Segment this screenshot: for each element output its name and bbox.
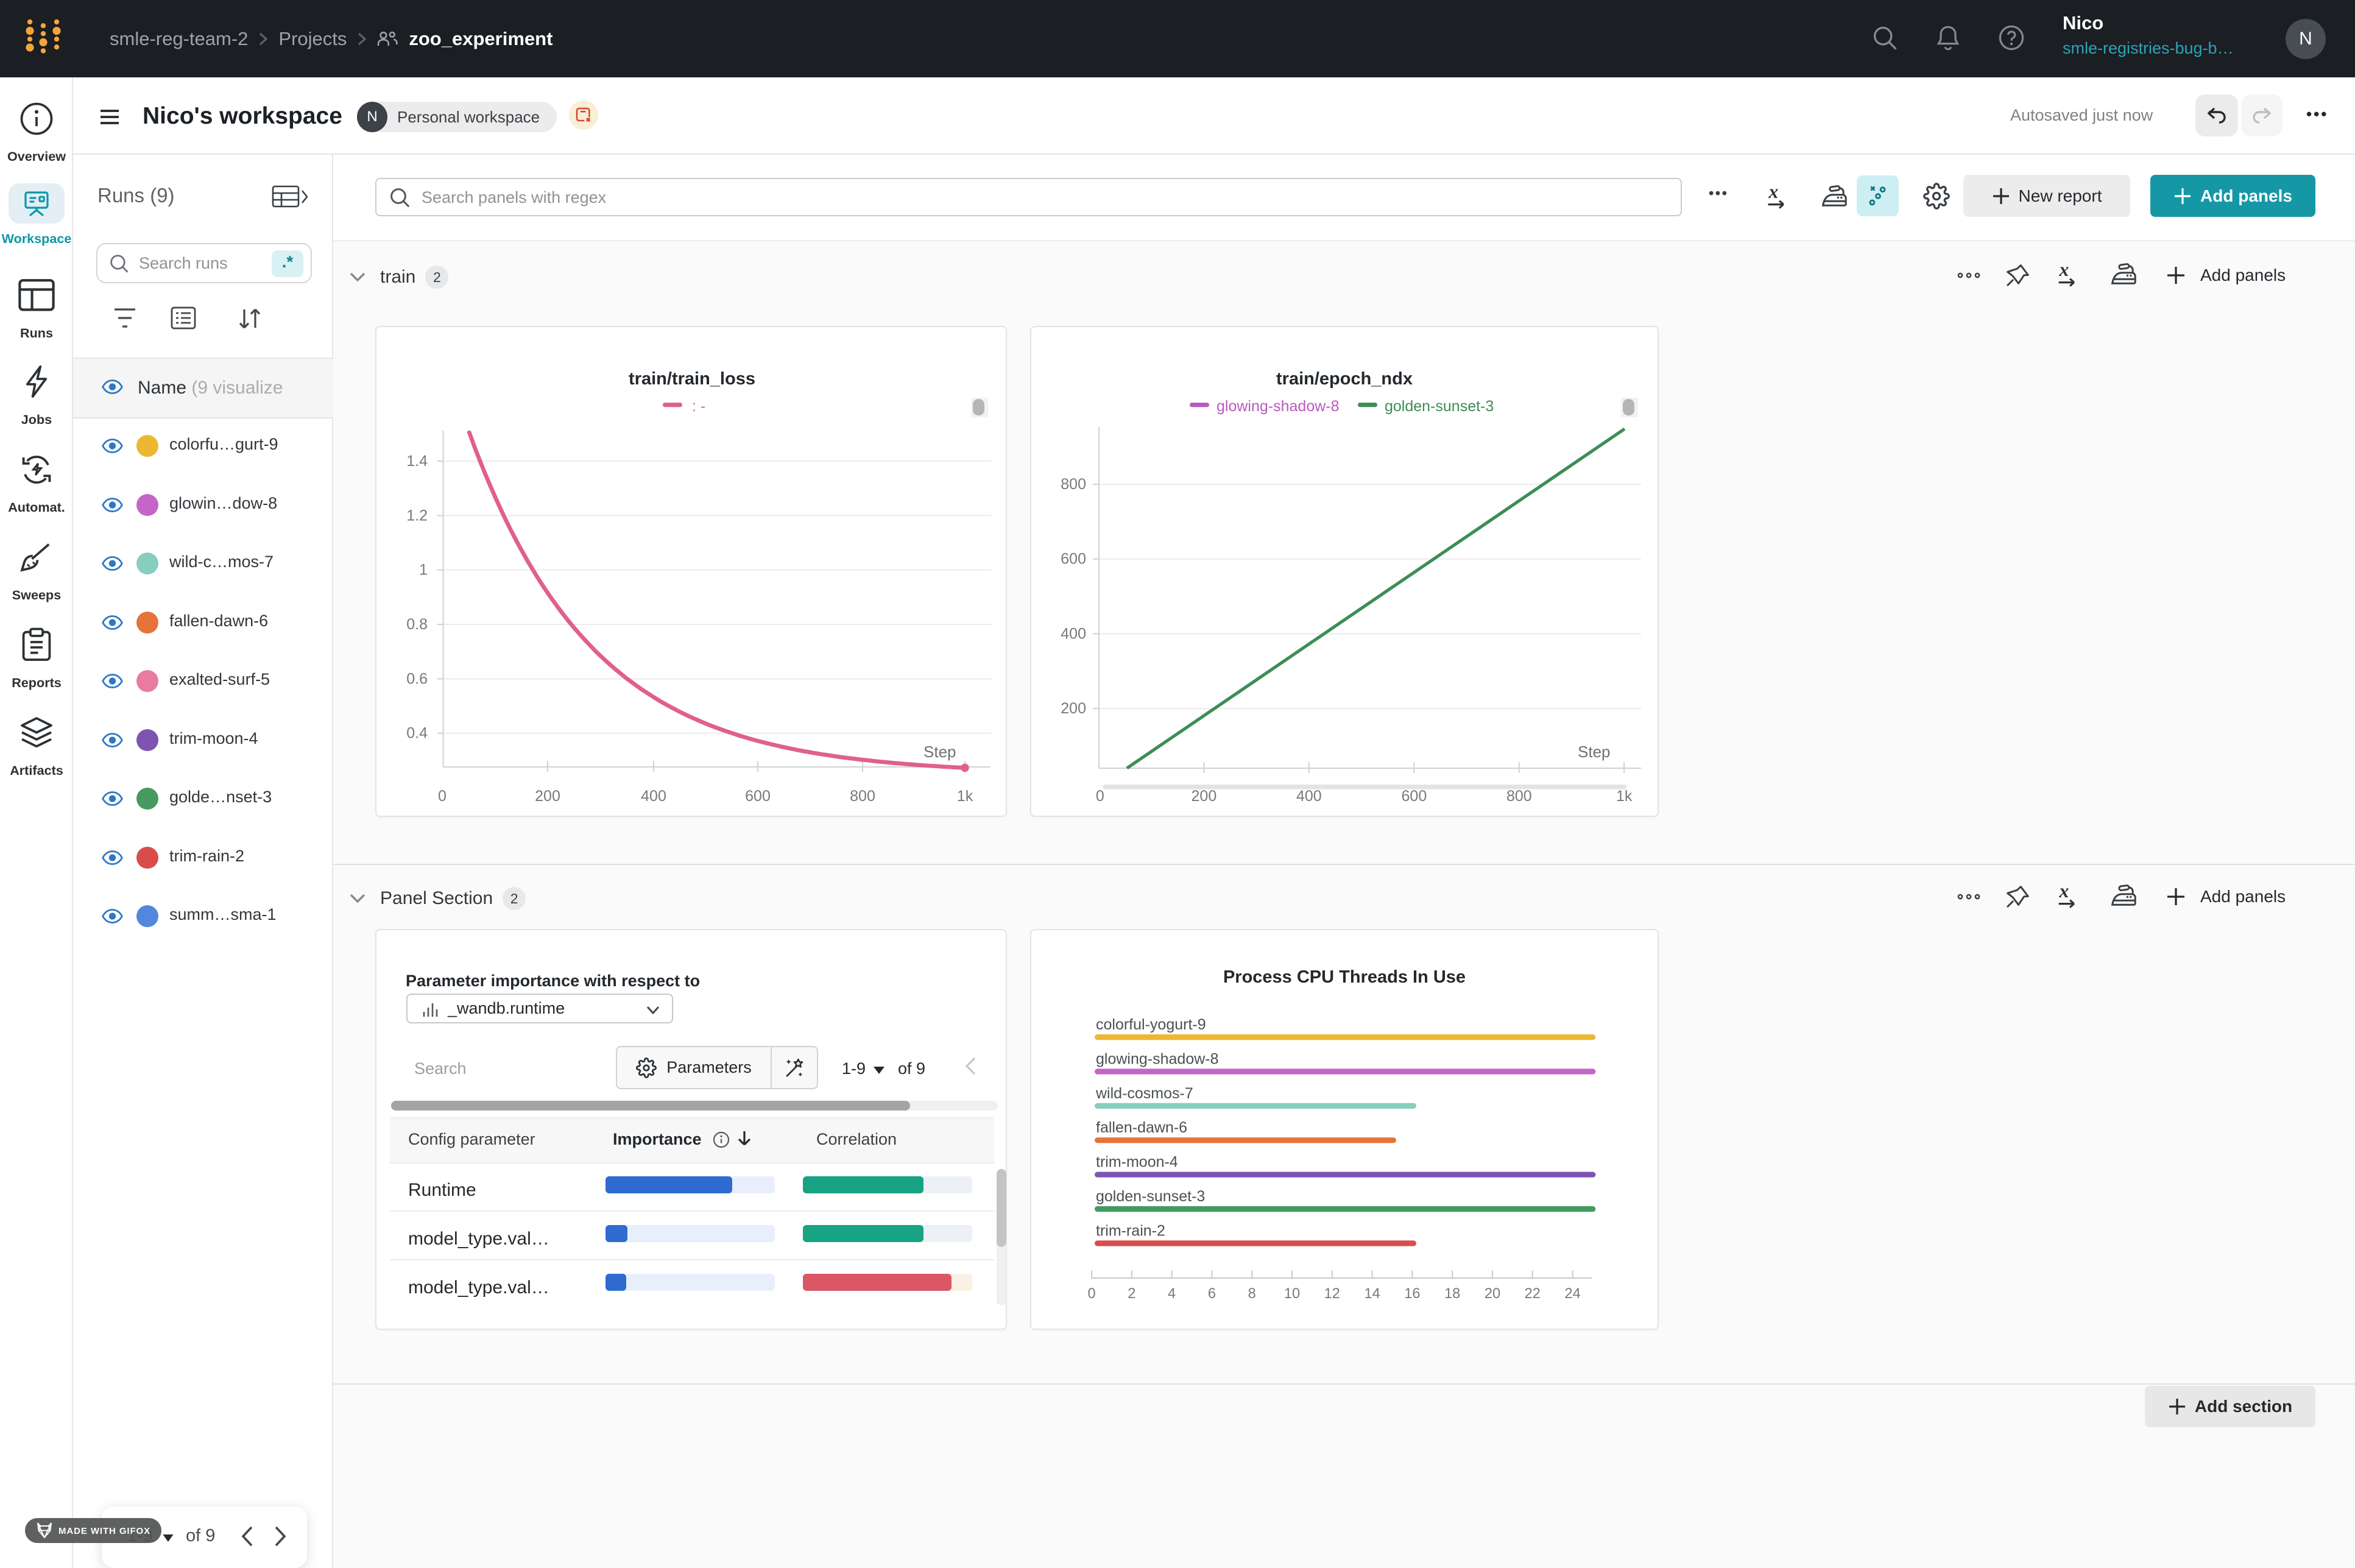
svg-text:12: 12	[1324, 1286, 1340, 1302]
svg-text:x: x	[1768, 183, 1778, 202]
svg-text:400: 400	[1061, 625, 1086, 642]
svg-text:0.6: 0.6	[406, 670, 428, 687]
svg-text:600: 600	[745, 788, 771, 805]
svg-text:200: 200	[1061, 700, 1086, 717]
svg-text:trim-rain-2: trim-rain-2	[1096, 1222, 1165, 1239]
svg-text:x: x	[2058, 261, 2069, 280]
svg-text:1.2: 1.2	[406, 507, 428, 524]
svg-text:0: 0	[438, 788, 447, 805]
svg-text:20: 20	[1485, 1286, 1500, 1302]
svg-text:600: 600	[1402, 788, 1427, 805]
svg-text:200: 200	[535, 788, 560, 805]
svg-text:2: 2	[1128, 1286, 1135, 1302]
svg-text:: -: : -	[692, 398, 705, 415]
svg-text:wild-cosmos-7: wild-cosmos-7	[1095, 1085, 1193, 1102]
svg-text:800: 800	[850, 788, 875, 805]
svg-text:colorful-yogurt-9: colorful-yogurt-9	[1096, 1016, 1206, 1033]
svg-text:0: 0	[1096, 788, 1104, 805]
svg-text:1k: 1k	[1616, 788, 1633, 805]
svg-text:trim-moon-4: trim-moon-4	[1096, 1154, 1178, 1171]
svg-text:4: 4	[1168, 1286, 1176, 1302]
svg-text:16: 16	[1404, 1286, 1420, 1302]
svg-text:1: 1	[419, 562, 428, 579]
svg-text:200: 200	[1192, 788, 1217, 805]
svg-text:400: 400	[1296, 788, 1322, 805]
svg-text:800: 800	[1061, 476, 1086, 493]
svg-text:10: 10	[1284, 1286, 1300, 1302]
svg-text:golden-sunset-3: golden-sunset-3	[1096, 1188, 1205, 1205]
svg-text:22: 22	[1525, 1286, 1541, 1302]
svg-text:train/epoch_ndx: train/epoch_ndx	[1276, 369, 1413, 389]
svg-text:1k: 1k	[957, 788, 973, 805]
svg-text:x: x	[2058, 882, 2069, 902]
svg-text:glowing-shadow-8: glowing-shadow-8	[1096, 1050, 1219, 1067]
svg-text:fallen-dawn-6: fallen-dawn-6	[1096, 1119, 1187, 1136]
svg-text:1.4: 1.4	[406, 453, 428, 470]
svg-text:0: 0	[1087, 1286, 1095, 1302]
svg-text:Step: Step	[923, 743, 956, 761]
svg-text:8: 8	[1248, 1286, 1256, 1302]
svg-text:Step: Step	[1578, 743, 1611, 761]
svg-text:600: 600	[1061, 551, 1086, 568]
svg-text:train/train_loss: train/train_loss	[629, 369, 755, 389]
svg-text:0.8: 0.8	[406, 616, 428, 633]
svg-text:800: 800	[1506, 788, 1532, 805]
svg-text:0.4: 0.4	[406, 725, 428, 742]
svg-text:glowing-shadow-8: glowing-shadow-8	[1216, 398, 1340, 415]
svg-text:400: 400	[641, 788, 666, 805]
svg-text:golden-sunset-3: golden-sunset-3	[1385, 398, 1494, 415]
svg-text:6: 6	[1208, 1286, 1216, 1302]
svg-text:24: 24	[1564, 1286, 1580, 1302]
svg-text:14: 14	[1364, 1286, 1380, 1302]
svg-text:18: 18	[1444, 1286, 1460, 1302]
svg-text:Process CPU Threads In Use: Process CPU Threads In Use	[1223, 967, 1466, 987]
